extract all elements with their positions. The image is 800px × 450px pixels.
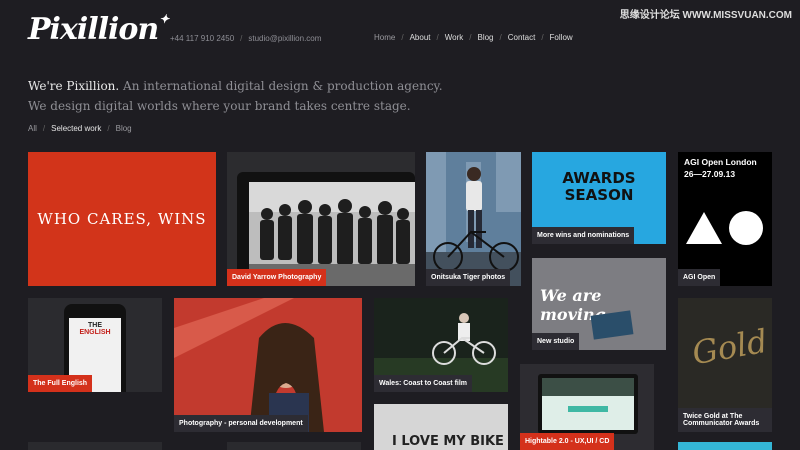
- intro-line1: An international digital design & produc…: [123, 79, 443, 93]
- separator: /: [436, 33, 439, 42]
- tile-bottom-left[interactable]: [28, 442, 162, 450]
- tile-agi-open[interactable]: AGI Open London 26—27.09.13 AGI Open: [678, 152, 772, 286]
- english-art-line2: ENGLISH: [79, 329, 111, 336]
- monitor-screen: [542, 378, 634, 430]
- gold-caption-line2: Communicator Awards: [683, 420, 760, 427]
- nav-work[interactable]: Work: [445, 33, 464, 42]
- nav-follow[interactable]: Follow: [550, 33, 573, 42]
- nav-home[interactable]: Home: [374, 33, 395, 42]
- envelope-graphic: [590, 310, 634, 340]
- monitor-mockup: [538, 374, 638, 434]
- tile-caption: More wins and nominations: [532, 227, 635, 244]
- screen-banner: [542, 378, 634, 396]
- triangle-circle-graphic: [686, 211, 763, 245]
- agi-title: AGI Open London: [684, 157, 757, 167]
- email-link[interactable]: studio@pixillion.com: [248, 34, 321, 43]
- site-logo[interactable]: Pixillion✦: [28, 12, 169, 47]
- nav-contact[interactable]: Contact: [508, 33, 536, 42]
- tile-gold[interactable]: Gold Twice Gold at The Communicator Awar…: [678, 298, 772, 432]
- separator: /: [469, 33, 472, 42]
- intro-lead: We're Pixillion.: [28, 79, 120, 93]
- tile-caption: The Full English: [28, 375, 93, 392]
- tile-david-yarrow[interactable]: David Yarrow Photography: [227, 152, 415, 286]
- tile-new-studio[interactable]: We are moving New studio: [532, 258, 666, 350]
- yarrow-photo: [227, 152, 415, 286]
- contact-info: +44 117 910 2450 / studio@pixillion.com: [170, 34, 321, 43]
- tile-bottom-mid[interactable]: [227, 442, 361, 450]
- tile-full-english[interactable]: THE ENGLISH The Full English: [28, 298, 162, 392]
- separator: /: [499, 33, 502, 42]
- tile-caption: New studio: [532, 333, 580, 350]
- main-nav: Home / About / Work / Blog / Contact / Follow: [374, 33, 573, 42]
- bike-art: I LOVE MY BIKE: [392, 434, 504, 449]
- awards-art-line2: SEASON: [564, 186, 634, 204]
- english-art-line1: THE: [88, 322, 102, 329]
- awards-art-line1: AWARDS: [562, 169, 636, 187]
- intro-text: We're Pixillion. An international digita…: [28, 76, 443, 116]
- tile-title: WHO CARES, WINS: [37, 210, 207, 228]
- awards-art: AWARDS SEASON: [532, 170, 666, 204]
- tile-bottom-right[interactable]: [678, 442, 772, 450]
- filter-blog[interactable]: Blog: [116, 124, 132, 133]
- tile-caption: David Yarrow Photography: [227, 269, 327, 286]
- tile-who-cares-wins[interactable]: WHO CARES, WINS: [28, 152, 216, 286]
- intro-line2: We design digital worlds where your bran…: [28, 99, 411, 113]
- tile-caption: AGI Open: [678, 269, 721, 286]
- screen-button: [568, 406, 608, 412]
- onitsuka-photo: [426, 152, 521, 286]
- portrait-photo: [174, 298, 362, 432]
- tile-caption: Onitsuka Tiger photos: [426, 269, 511, 286]
- page: 思缘设计论坛 WWW.MISSVUAN.COM Pixillion✦ +44 1…: [0, 0, 800, 450]
- tile-caption: Hightable 2.0 - UX,UI / CD: [520, 433, 615, 450]
- nav-about[interactable]: About: [410, 33, 431, 42]
- nav-blog[interactable]: Blog: [477, 33, 493, 42]
- tile-hightable[interactable]: Hightable 2.0 - UX,UI / CD: [520, 364, 654, 450]
- separator: /: [541, 33, 544, 42]
- logo-text[interactable]: Pixillion: [28, 12, 159, 47]
- tile-caption: Wales: Coast to Coast film: [374, 375, 473, 392]
- gold-art: Gold: [689, 321, 771, 373]
- watermark: 思缘设计论坛 WWW.MISSVUAN.COM: [619, 10, 792, 21]
- tile-portrait[interactable]: Photography - personal development: [174, 298, 362, 432]
- tile-love-my-bike[interactable]: I LOVE MY BIKE: [374, 404, 508, 450]
- tile-caption: Photography - personal development: [174, 415, 308, 432]
- filter-selected-work[interactable]: Selected work: [51, 124, 101, 133]
- star-icon: ✦: [159, 12, 169, 26]
- tile-awards-season[interactable]: AWARDS SEASON More wins and nominations: [532, 152, 666, 244]
- filter-all[interactable]: All: [28, 124, 37, 133]
- separator: /: [42, 124, 46, 133]
- tile-caption: Twice Gold at The Communicator Awards: [678, 408, 772, 432]
- tile-wales[interactable]: Wales: Coast to Coast film: [374, 298, 508, 392]
- separator: /: [401, 33, 404, 42]
- filter-bar: All / Selected work / Blog: [28, 124, 132, 133]
- separator: /: [107, 124, 110, 133]
- tile-onitsuka[interactable]: Onitsuka Tiger photos: [426, 152, 521, 286]
- separator: /: [240, 34, 243, 43]
- phone-number: +44 117 910 2450: [170, 34, 235, 43]
- agi-dates: 26—27.09.13: [684, 169, 736, 179]
- gold-caption-line1: Twice Gold at The: [683, 413, 743, 420]
